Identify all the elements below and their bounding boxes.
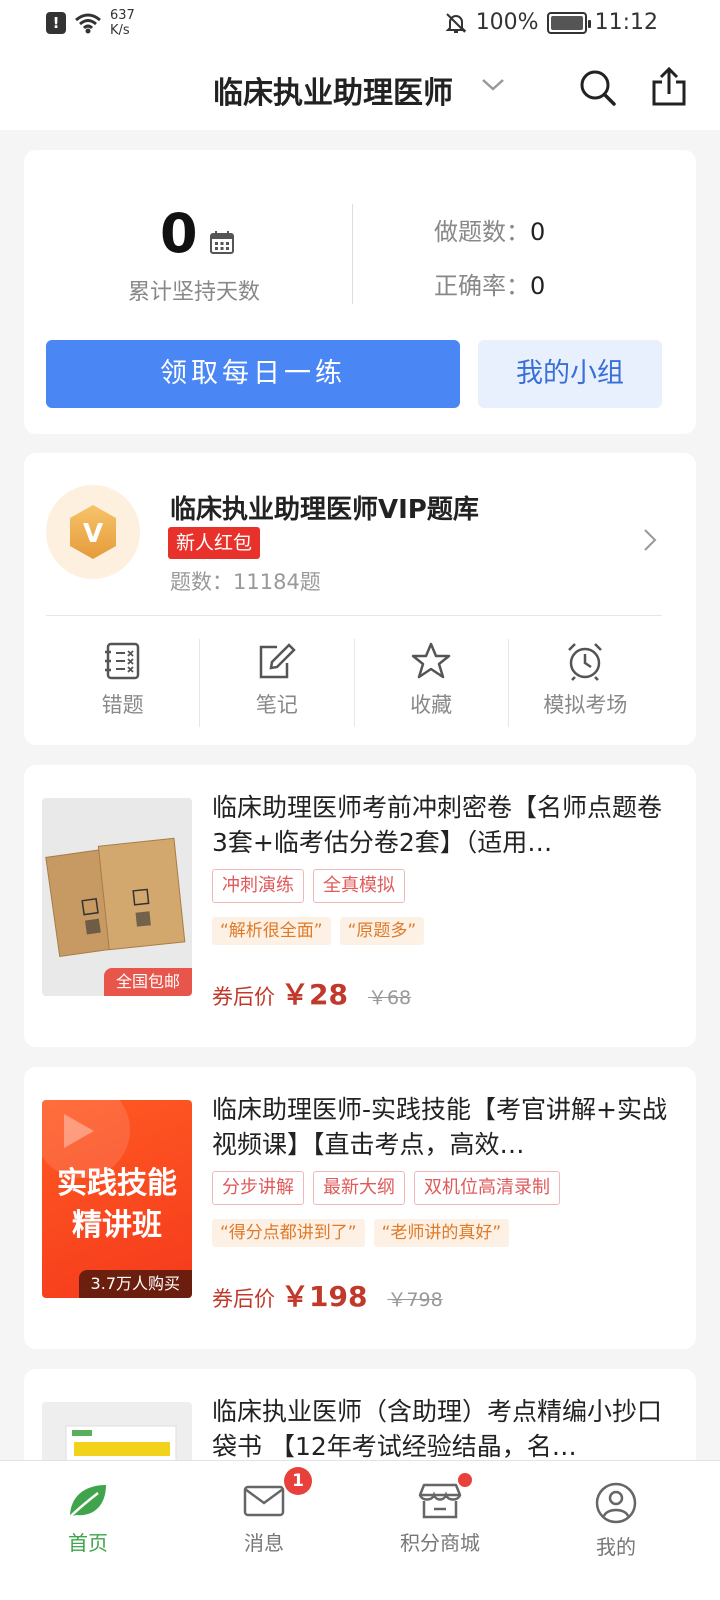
vip-bank-title: 临床执业助理医师VIP题库	[170, 495, 479, 525]
review-quote: “原题多”	[339, 917, 425, 945]
chevron-down-icon[interactable]	[480, 76, 506, 94]
nav-label: 消息	[244, 1531, 284, 1555]
accuracy-label: 正确率：	[434, 272, 530, 300]
review-quote: “解析很全面”	[212, 917, 331, 945]
bank-tools-row: 错题 笔记 收藏 模拟考场	[46, 639, 662, 727]
product-tag: 冲刺演练	[212, 869, 304, 903]
exam-selector-title[interactable]: 临床执业助理医师	[213, 68, 453, 112]
question-count: 题数：11184题	[170, 570, 321, 594]
my-group-button[interactable]: 我的小组	[478, 340, 662, 408]
tool-wrong-questions[interactable]: 错题	[46, 639, 199, 727]
streak-days-value: 0	[160, 202, 198, 265]
price-row: 券后价 ￥28 ￥68	[212, 973, 411, 1013]
nav-points-mall[interactable]: 积分商城	[352, 1461, 528, 1600]
store-icon	[418, 1483, 462, 1519]
new-user-redpacket-tag: 新人红包	[168, 527, 261, 559]
status-right: 100% 11:12	[444, 10, 658, 35]
stats-divider	[352, 204, 353, 304]
search-icon[interactable]	[578, 68, 618, 108]
product-tag: 最新大纲	[313, 1171, 405, 1205]
status-left: ! 637 K/s	[46, 8, 135, 38]
nav-label: 我的	[596, 1535, 636, 1559]
product-tags: 分步讲解 最新大纲 双机位高清录制	[212, 1171, 560, 1205]
sim-alert-icon: !	[46, 12, 66, 34]
vip-divider	[46, 615, 662, 616]
nav-label: 首页	[68, 1531, 108, 1555]
price-value: ￥28	[281, 978, 348, 1011]
product-tags: 冲刺演练 全真模拟	[212, 869, 405, 903]
vip-badge: V	[46, 485, 140, 579]
tool-label: 收藏	[410, 693, 453, 717]
chevron-right-icon[interactable]	[642, 527, 658, 553]
tool-mock-exam[interactable]: 模拟考场	[507, 639, 662, 727]
tool-notes[interactable]: 笔记	[199, 639, 353, 727]
tool-label: 笔记	[255, 693, 298, 717]
home-leaf-icon	[69, 1485, 106, 1518]
nav-home[interactable]: 首页	[0, 1461, 176, 1600]
wifi-icon	[75, 13, 101, 34]
vip-badge-letter: V	[83, 519, 103, 549]
original-price: ￥798	[387, 1289, 443, 1311]
product-card[interactable]: 实践技能 精讲班 3.7万人购买 临床助理医师-实践技能【考官讲解+实战视频课】…	[24, 1067, 696, 1349]
vip-question-bank-card[interactable]: V 临床执业助理医师VIP题库 新人红包 题数：11184题 错题 笔记 收藏 …	[24, 453, 696, 745]
product-title[interactable]: 临床执业医师（含助理）考点精编小抄口袋书 【12年考试经验结晶，名…	[212, 1394, 674, 1464]
alarm-clock-icon	[568, 643, 603, 681]
price-row: 券后价 ￥198 ￥798	[212, 1275, 443, 1315]
nav-messages[interactable]: 1 消息	[176, 1461, 352, 1600]
notes-icon	[259, 643, 296, 679]
original-price: ￥68	[367, 987, 412, 1009]
status-bar: ! 637 K/s 100% 11:12	[0, 0, 720, 48]
questions-done-value: 0	[530, 218, 546, 246]
questions-done-stat: 做题数：0	[434, 212, 545, 247]
product-title[interactable]: 临床助理医师考前冲刺密卷【名师点题卷3套+临考估分卷2套】（适用…	[212, 790, 674, 860]
price-label: 券后价	[212, 985, 275, 1009]
tool-favorites[interactable]: 收藏	[353, 639, 508, 727]
product-thumbnail[interactable]: 全国包邮	[42, 798, 192, 996]
product-tag: 全真模拟	[313, 869, 405, 903]
tool-label: 错题	[101, 693, 144, 717]
battery-percent: 100%	[475, 10, 539, 35]
review-quotes: “解析很全面” “原题多”	[212, 917, 425, 945]
nav-label: 积分商城	[400, 1531, 480, 1555]
review-quote: “得分点都讲到了”	[212, 1219, 365, 1247]
net-speed: 637 K/s	[110, 8, 135, 38]
wrong-questions-icon	[104, 642, 139, 680]
accuracy-stat: 正确率：0	[434, 266, 545, 301]
battery-icon	[546, 11, 591, 34]
vip-hexagon-icon: V	[70, 505, 116, 559]
favorite-star-icon	[411, 642, 451, 679]
notification-dot	[458, 1473, 472, 1487]
accuracy-value: 0	[530, 272, 546, 300]
unread-count-badge: 1	[284, 1467, 312, 1495]
thumb-text-line1: 实践技能	[57, 1166, 177, 1201]
daily-practice-button[interactable]: 领取每日一练	[46, 340, 460, 408]
streak-days-label: 累计坚持天数	[128, 280, 261, 305]
exam-papers-illustration	[45, 837, 186, 958]
clock: 11:12	[594, 10, 658, 35]
mute-bell-icon	[445, 12, 467, 33]
app-header: 临床执业助理医师	[0, 48, 720, 130]
study-stats-card: 0 累计坚持天数 做题数：0 正确率：0 领取每日一练 我的小组	[24, 150, 696, 434]
free-shipping-badge: 全国包邮	[103, 968, 192, 996]
mail-icon	[243, 1485, 285, 1517]
product-title[interactable]: 临床助理医师-实践技能【考官讲解+实战视频课】【直击考点，高效…	[212, 1092, 674, 1162]
share-icon[interactable]	[650, 66, 688, 108]
bottom-nav: 首页 1 消息 积分商城 我的	[0, 1460, 720, 1600]
tool-label: 模拟考场	[543, 693, 628, 717]
price-label: 券后价	[212, 1287, 275, 1311]
calendar-icon[interactable]	[210, 230, 234, 254]
profile-icon	[595, 1482, 637, 1524]
questions-done-label: 做题数：	[434, 218, 530, 246]
review-quotes: “得分点都讲到了” “老师讲的真好”	[212, 1219, 510, 1247]
nav-profile[interactable]: 我的	[528, 1461, 704, 1600]
product-tag: 双机位高清录制	[414, 1171, 560, 1205]
product-card[interactable]: 全国包邮 临床助理医师考前冲刺密卷【名师点题卷3套+临考估分卷2套】（适用… 冲…	[24, 765, 696, 1047]
thumb-text-line2: 精讲班	[72, 1208, 162, 1243]
product-thumbnail[interactable]: 实践技能 精讲班 3.7万人购买	[42, 1100, 192, 1298]
product-tag: 分步讲解	[212, 1171, 304, 1205]
purchase-count-badge: 3.7万人购买	[78, 1270, 192, 1298]
review-quote: “老师讲的真好”	[373, 1219, 510, 1247]
price-value: ￥198	[281, 1280, 368, 1313]
